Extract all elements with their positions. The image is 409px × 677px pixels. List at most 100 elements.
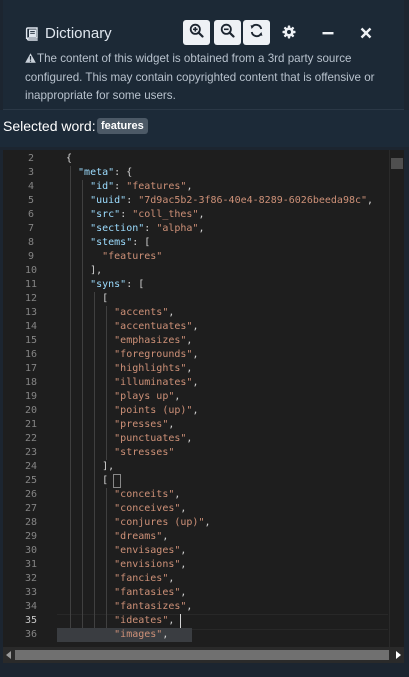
minimize-icon (322, 24, 334, 43)
line-number: 11 (24, 279, 38, 290)
code-line: 27 "conceives", (3, 502, 388, 516)
code-text: "id": "features", (90, 180, 192, 194)
code-text: "envisions", (114, 558, 186, 572)
settings-button[interactable] (278, 22, 300, 44)
line-number: 19 (24, 391, 38, 402)
json-string: "features" (102, 251, 163, 262)
code-text: "conceits", (114, 488, 180, 502)
code-line: 6 "src": "coll_thes", (3, 208, 388, 222)
json-key: "stems" (90, 237, 133, 248)
json-string: "plays up" (114, 391, 175, 402)
zoom-out-button[interactable] (214, 20, 241, 45)
close-button[interactable] (355, 22, 377, 44)
code-line: 13 "accents", (3, 306, 388, 320)
code-text: "fantasies", (114, 586, 186, 600)
vertical-scrollbar[interactable] (389, 150, 404, 647)
line-number: 18 (24, 377, 38, 388)
code-text: "stems": [ (90, 236, 150, 250)
line-number: 8 (27, 237, 35, 248)
json-punctuation: : (114, 181, 127, 192)
json-string: "illuminates" (114, 377, 193, 388)
json-punctuation: , (174, 391, 181, 402)
code-text: { (66, 152, 72, 166)
line-number: 13 (24, 307, 38, 318)
line-number: 16 (24, 349, 38, 360)
json-punctuation: , (186, 335, 193, 346)
line-number: 4 (27, 181, 35, 192)
vertical-scroll-thumb[interactable] (391, 158, 403, 169)
json-punctuation: : (144, 223, 157, 234)
json-punctuation: , (180, 545, 187, 556)
code-text: "section": "alpha", (90, 222, 204, 236)
json-punctuation: , (168, 615, 175, 626)
selected-word-row: Selected word: (0, 110, 409, 147)
json-string: "envisages" (114, 545, 181, 556)
scroll-left-arrow[interactable] (3, 647, 15, 663)
json-string: "foregrounds" (114, 349, 193, 360)
scroll-right-arrow[interactable] (392, 647, 404, 663)
json-key: "meta" (78, 167, 115, 178)
json-punctuation: , (180, 503, 187, 514)
horizontal-scroll-thumb[interactable] (15, 650, 389, 660)
line-number: 34 (24, 601, 38, 612)
json-punctuation: , (198, 209, 205, 220)
code-line: 15 "emphasizes", (3, 334, 388, 348)
code-text: [ (102, 474, 108, 488)
zoom-in-button[interactable] (183, 20, 210, 45)
json-punctuation: : [ (126, 279, 145, 290)
minimize-button[interactable] (317, 22, 339, 44)
code-line: 30 "envisages", (3, 544, 388, 558)
json-string: "punctuates" (114, 433, 187, 444)
line-number: 12 (24, 293, 38, 304)
code-text: "fantasizes", (114, 600, 192, 614)
warning-icon (25, 51, 36, 69)
json-string: "dreams" (114, 531, 163, 542)
json-string: "accentuates" (114, 321, 193, 332)
line-number: 36 (24, 629, 38, 640)
json-punctuation: : (126, 195, 139, 206)
window-title: Dictionary (45, 25, 112, 42)
json-punctuation: ], (90, 265, 103, 276)
refresh-button[interactable] (243, 20, 270, 45)
zoom-out-icon (220, 23, 235, 42)
title-row: Dictionary (25, 25, 112, 42)
code-text: "punctuates", (114, 432, 192, 446)
line-number: 21 (24, 419, 38, 430)
code-line: 32 "fancies", (3, 572, 388, 586)
code-text: "src": "coll_thes", (90, 208, 204, 222)
line-number: 22 (24, 433, 38, 444)
json-string: "images" (114, 629, 163, 640)
code-text: "features" (102, 250, 162, 264)
gear-icon (282, 24, 296, 43)
code-text: "accentuates", (114, 320, 198, 334)
json-punctuation: , (162, 531, 169, 542)
json-punctuation: [ (102, 293, 109, 304)
code-line: 3 "meta": { (3, 166, 388, 180)
json-punctuation: , (162, 629, 169, 640)
json-string: "points (up)" (114, 405, 193, 416)
json-punctuation: , (168, 307, 175, 318)
code-text: "syns": [ (90, 278, 144, 292)
json-code-viewer[interactable]: 2{3 "meta": {4 "id": "features", 5 "uuid": "… (3, 150, 404, 647)
code-text: ], (90, 264, 102, 278)
json-punctuation: , (367, 195, 374, 206)
code-line: 17 "highlights", (3, 362, 388, 376)
json-key: "id" (90, 181, 115, 192)
json-string: "highlights" (114, 363, 187, 374)
horizontal-scrollbar[interactable] (3, 647, 404, 663)
code-line: 19 "plays up", (3, 390, 388, 404)
code-text: "foregrounds", (114, 348, 198, 362)
line-number: 10 (24, 265, 38, 276)
json-punctuation: , (186, 433, 193, 444)
line-number: 25 (24, 475, 38, 486)
json-punctuation: , (192, 377, 199, 388)
code-line: 28 "conjures (up)", (3, 516, 388, 530)
line-number: 33 (24, 587, 38, 598)
json-punctuation: [ (102, 475, 109, 486)
line-number: 24 (24, 461, 38, 472)
close-icon (360, 24, 372, 43)
line-number: 5 (27, 195, 35, 206)
json-string: "accents" (114, 307, 169, 318)
selected-word-badge: features (97, 118, 148, 134)
code-line: 34 "fantasizes", (3, 600, 388, 614)
